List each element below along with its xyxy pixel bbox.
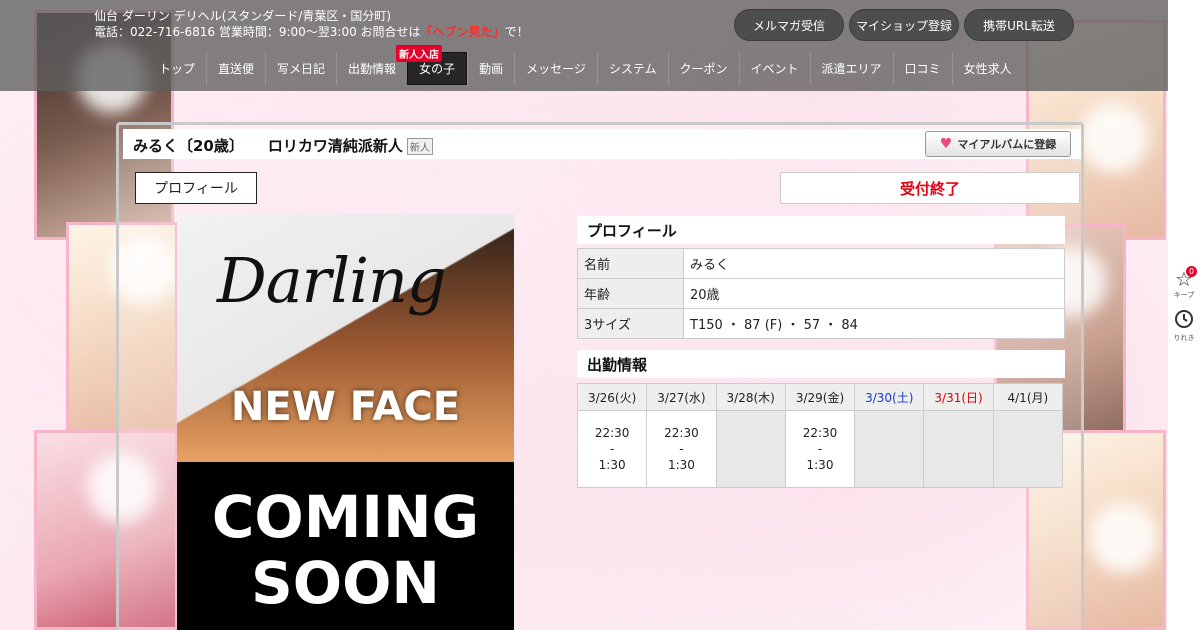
girl-title: みるく〔20歳〕 ロリカワ清純派新人 新人 [133,135,433,156]
girl-profile-card: みるく〔20歳〕 ロリカワ清純派新人 新人 ♥ マイアルバムに登録 プロフィール 受… [116,122,1084,630]
reception-status: 受付終了 [780,172,1080,204]
schedule-date-saturday: 3/30(土) [854,383,925,411]
profile-value-name: みるく [683,248,1065,279]
nav-event[interactable]: イベント [738,52,810,85]
schedule-date: 3/29(金) [784,383,856,411]
main-nav: トップ 直送便 写メ日記 出勤情報 新人入店 女の子 動画 メッセージ システム… [148,45,1023,85]
profile-section-title: プロフィール [577,216,1065,244]
shift-end: 1:30 [806,458,834,472]
new-arrival-badge: 新人入店 [396,45,443,62]
darling-logo: Darling [217,244,447,317]
schedule-cell: 22:30 - 1:30 [576,410,648,488]
girl-catchphrase: ロリカワ清純派新人 [267,137,403,155]
side-toolbar: ☆ 0 キープ りれき [1168,0,1200,630]
schedule-cell: 22:30 - 1:30 [646,410,717,488]
shift-start: 22:30 [594,426,630,440]
nav-recruit[interactable]: 女性求人 [951,52,1023,85]
shift-sep: - [609,442,615,456]
table-row: 3サイズ T150 ・ 87 (F) ・ 57 ・ 84 [577,308,1065,339]
schedule-cell-off [715,410,786,488]
site-header: 仙台 ダーリン デリヘル(スタンダード/青葉区・国分町) 電話：022-716-… [0,0,1168,91]
nav-direct[interactable]: 直送便 [206,52,265,85]
schedule-date: 3/27(水) [646,383,717,411]
profile-value-size: T150 ・ 87 (F) ・ 57 ・ 84 [683,308,1065,339]
nav-message[interactable]: メッセージ [514,52,597,85]
keep-label: キープ [1173,291,1195,299]
new-tag: 新人 [406,138,433,155]
shift-sep: - [817,442,823,456]
nav-reviews[interactable]: 口コミ [892,52,952,85]
nav-photo-diary[interactable]: 写メ日記 [265,52,336,85]
shift-start: 22:30 [664,426,699,440]
shift-end: 1:30 [598,458,626,472]
schedule-cell: 22:30 - 1:30 [784,410,856,488]
profile-value-age: 20歳 [683,278,1065,309]
nav-girls[interactable]: 新人入店 女の子 [396,45,468,85]
profile-label-size: 3サイズ [577,308,684,339]
nav-coupon[interactable]: クーポン [667,52,739,85]
schedule-cell-off [992,410,1064,488]
shop-contact-line: 電話：022-716-6816 営業時間：9:00～翌3:00 お問合せは「ヘブ… [94,23,529,40]
nav-system[interactable]: システム [596,52,668,85]
nav-video[interactable]: 動画 [467,52,514,85]
coming-text: COMING [211,483,480,551]
girl-photo[interactable]: Darling NEW FACE COMING SOON [177,214,514,630]
shift-start: 22:30 [802,426,838,440]
my-album-label: マイアルバムに登録 [957,138,1057,151]
schedule-date: 3/26(火) [576,383,648,411]
girl-title-bar: みるく〔20歳〕 ロリカワ清純派新人 新人 ♥ マイアルバムに登録 [123,129,1081,159]
keep-count-badge: 0 [1186,266,1197,277]
myshop-register-button[interactable]: マイショップ登録 [849,9,959,41]
table-row: 名前 みるく [577,248,1065,279]
schedule-date-sunday: 3/31(日) [923,383,994,411]
profile-label-name: 名前 [577,248,684,279]
schedule-cell-off [854,410,925,488]
schedule-date: 4/1(月) [992,383,1064,411]
shop-contact-text: 電話：022-716-6816 営業時間：9:00～翌3:00 お問合せは [94,25,421,39]
girl-name-age: みるく〔20歳〕 [133,137,244,155]
shift-end: 1:30 [667,458,695,472]
table-row: 年齢 20歳 [577,278,1065,309]
tab-profile[interactable]: プロフィール [135,172,257,204]
history-button[interactable]: りれき [1168,309,1200,343]
shop-info-line: 仙台 ダーリン デリヘル(スタンダード/青葉区・国分町) [94,9,392,23]
nav-top[interactable]: トップ [148,52,206,85]
my-album-button[interactable]: ♥ マイアルバムに登録 [925,131,1071,157]
schedule-date: 3/28(木) [715,383,786,411]
history-clock-icon [1168,309,1200,333]
mobile-url-button[interactable]: 携帯URL転送 [964,9,1074,41]
profile-label-age: 年齢 [577,278,684,309]
schedule-cell-off [923,410,994,488]
keep-button[interactable]: ☆ 0 キープ [1168,266,1200,300]
schedule-header-row: 3/26(火) 3/27(水) 3/28(木) 3/29(金) 3/30(土) … [576,383,1064,411]
new-face-text: NEW FACE [230,384,461,430]
history-label: りれき [1173,334,1195,342]
soon-text: SOON [251,549,440,617]
coming-soon-text: COMING SOON [177,484,514,616]
nav-area[interactable]: 派遣エリア [809,52,893,85]
schedule-times-row: 22:30 - 1:30 22:30 - 1:30 22:30 - 1:30 [576,410,1064,488]
profile-table: 名前 みるく 年齢 20歳 3サイズ T150 ・ 87 (F) ・ 57 ・ … [577,248,1065,339]
schedule-section-title: 出勤情報 [577,350,1065,378]
shift-sep: - [679,442,684,456]
schedule-table: 3/26(火) 3/27(水) 3/28(木) 3/29(金) 3/30(土) … [576,383,1064,488]
heaven-mita-highlight: 「ヘブン見た」 [420,25,505,39]
heart-plus-icon: ♥ [939,136,953,152]
nav-girls-label: 女の子 [419,62,456,76]
mailmagazine-button[interactable]: メルマガ受信 [734,9,844,41]
shop-contact-suffix: で！ [504,25,529,39]
